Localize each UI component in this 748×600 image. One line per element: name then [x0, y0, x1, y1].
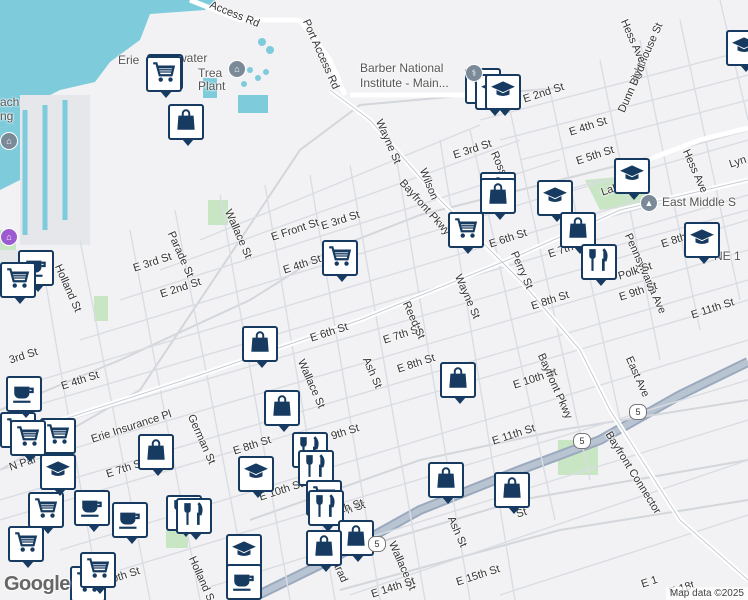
building-icon: ⌂: [0, 228, 18, 246]
map-attribution[interactable]: Map data ©2025: [665, 587, 748, 600]
poi-label: ach: [0, 95, 20, 109]
shopping-cart-pin[interactable]: [448, 212, 484, 254]
graduation-cap-icon: [542, 183, 568, 214]
graduation-cap-pin[interactable]: [537, 180, 573, 222]
shopping-cart-pin[interactable]: [80, 552, 116, 594]
institute-icon: ⚕: [465, 64, 483, 82]
shopping-bag-icon: [143, 437, 169, 468]
shopping-cart-icon: [85, 555, 111, 586]
shopping-bag-icon: [311, 533, 337, 564]
graduation-cap-pin[interactable]: [40, 454, 76, 496]
graduation-cap-icon: [45, 457, 71, 488]
shopping-bag-icon: [565, 215, 591, 246]
shopping-bag-icon: [269, 393, 295, 424]
shopping-bag-pin[interactable]: [168, 104, 204, 146]
shopping-bag-icon: [247, 329, 273, 360]
school-icon: ▲: [640, 194, 658, 212]
restaurant-icon: [586, 247, 612, 278]
poi-label: East Middle S: [662, 195, 737, 209]
graduation-cap-pin[interactable]: [726, 30, 748, 72]
poi-label: ng: [0, 109, 14, 123]
shopping-bag-icon: [445, 365, 471, 396]
shopping-cart-pin[interactable]: [322, 240, 358, 282]
shopping-bag-pin[interactable]: [264, 390, 300, 432]
graduation-cap-pin[interactable]: [684, 222, 720, 264]
shopping-cart-pin[interactable]: [0, 262, 36, 304]
coffee-pin[interactable]: [112, 502, 148, 544]
shopping-cart-icon: [15, 423, 41, 454]
shopping-bag-icon: [433, 465, 459, 496]
poi-label: Institute - Main...: [360, 76, 449, 90]
shopping-bag-pin[interactable]: [560, 212, 596, 254]
restaurant-pin[interactable]: [176, 498, 212, 540]
shopping-bag-icon: [173, 107, 199, 138]
poi-label: Erie: [118, 53, 140, 67]
coffee-pin[interactable]: [74, 490, 110, 532]
restaurant-icon: [303, 453, 329, 484]
shopping-cart-pin[interactable]: [28, 492, 64, 534]
shopping-bag-pin[interactable]: [242, 326, 278, 368]
coffee-icon: [11, 379, 37, 410]
coffee-pin[interactable]: [226, 564, 262, 600]
shopping-cart-icon: [45, 421, 71, 452]
water-plant-icon: ⌂: [228, 60, 246, 78]
shopping-bag-pin[interactable]: [306, 530, 342, 572]
graduation-cap-icon: [231, 537, 257, 568]
graduation-cap-pin[interactable]: [614, 158, 650, 200]
graduation-cap-icon: [731, 33, 748, 64]
shopping-cart-pin[interactable]: [8, 526, 44, 568]
map-canvas[interactable]: Access Rd Port Access Rd Wayne St Bayfront …: [0, 0, 748, 600]
shopping-cart-pin[interactable]: [146, 56, 182, 98]
coffee-icon: [117, 505, 143, 536]
route-shield: 5: [573, 433, 591, 449]
poi-label: Trea: [198, 66, 223, 80]
shopping-cart-icon: [151, 59, 177, 90]
coffee-icon: [231, 567, 257, 598]
restaurant-pin[interactable]: [581, 244, 617, 286]
graduation-cap-icon: [490, 77, 516, 108]
shopping-cart-icon: [13, 529, 39, 560]
shopping-bag-pin[interactable]: [138, 434, 174, 476]
shopping-cart-icon: [453, 215, 479, 246]
graduation-cap-icon: [619, 161, 645, 192]
google-logo: Google: [4, 573, 70, 595]
shopping-bag-pin[interactable]: [440, 362, 476, 404]
graduation-cap-icon: [243, 459, 269, 490]
shopping-bag-pin[interactable]: [480, 178, 516, 220]
graduation-cap-pin[interactable]: [238, 456, 274, 498]
coffee-icon: [79, 493, 105, 524]
coffee-pin[interactable]: [6, 376, 42, 418]
graduation-cap-icon: [689, 225, 715, 256]
route-shield: 5: [368, 536, 386, 552]
shopping-bag-pin[interactable]: [428, 462, 464, 504]
shopping-cart-icon: [327, 243, 353, 274]
poi-label: Barber National: [360, 61, 444, 75]
shopping-cart-icon: [5, 265, 31, 296]
restaurant-icon: [313, 493, 339, 524]
building-icon: ⌂: [0, 132, 18, 150]
shopping-bag-icon: [343, 523, 369, 554]
graduation-cap-pin[interactable]: [485, 74, 521, 116]
shopping-cart-icon: [33, 495, 59, 526]
shopping-bag-pin[interactable]: [494, 472, 530, 514]
route-shield: 5: [629, 404, 647, 420]
shopping-bag-icon: [499, 475, 525, 506]
poi-label: Plant: [198, 79, 226, 93]
shopping-cart-pin[interactable]: [10, 420, 46, 462]
shopping-bag-icon: [485, 181, 511, 212]
restaurant-icon: [181, 501, 207, 532]
